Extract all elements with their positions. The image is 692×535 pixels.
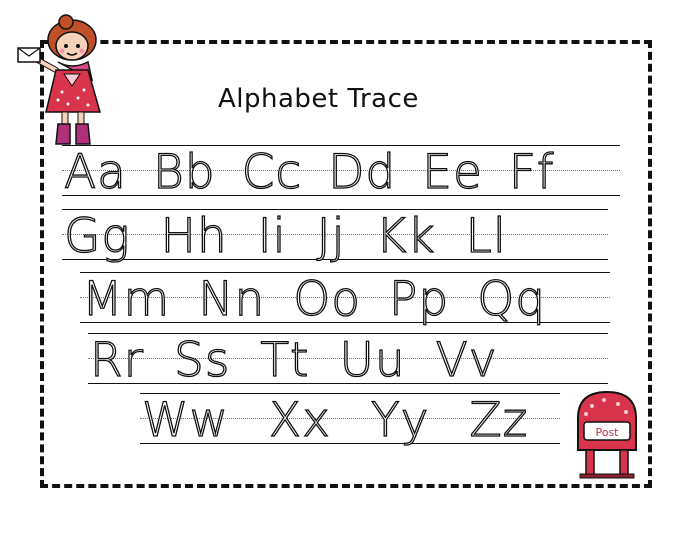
letter-pairs: Ww Xx Yy Zz xyxy=(141,392,529,449)
letter-pair: Hh xyxy=(160,208,228,264)
letter-pair: Qq xyxy=(477,271,547,327)
letter-pair: Rr xyxy=(89,332,144,388)
letter-pair: Ff xyxy=(508,144,555,200)
letter-pair: Vv xyxy=(435,332,498,388)
letter-pairs: Aa Bb Cc Dd Ee Ff xyxy=(63,144,555,201)
trace-row-5: Ww Xx Yy Zz xyxy=(140,392,560,449)
letter-pair: Dd xyxy=(328,144,397,200)
letter-pairs: Rr Ss Tt Uu Vv xyxy=(89,332,498,389)
letter-pair: Ll xyxy=(465,208,507,264)
letter-pairs: Gg Hh Ii Jj Kk Ll xyxy=(63,208,507,265)
mailbox-label: Post xyxy=(595,426,619,439)
trace-row-1: Aa Bb Cc Dd Ee Ff xyxy=(62,144,620,201)
letter-pair: Zz xyxy=(469,392,529,448)
trace-row-3: Mm Nn Oo Pp Qq xyxy=(80,271,610,328)
letter-pair: Kk xyxy=(375,208,436,264)
letter-pair: Gg xyxy=(63,208,131,264)
letter-pair: Uu xyxy=(339,332,406,388)
letter-pair: Oo xyxy=(293,271,362,327)
trace-row-4: Rr Ss Tt Uu Vv xyxy=(88,332,608,389)
trace-row-2: Gg Hh Ii Jj Kk Ll xyxy=(62,208,608,265)
mailbox-illustration: Post xyxy=(577,390,637,479)
letter-pair: Ee xyxy=(422,144,483,200)
letter-pair: Ii xyxy=(257,208,287,264)
letter-pair: Nn xyxy=(198,271,266,327)
letter-pair: Ss xyxy=(173,332,231,388)
letter-pair: Yy xyxy=(370,392,430,448)
letter-pair: Ww xyxy=(141,392,229,448)
letter-pair: Pp xyxy=(388,271,450,327)
letter-pairs: Mm Nn Oo Pp Qq xyxy=(81,271,547,328)
letter-pair: Jj xyxy=(316,208,346,264)
letter-pair: Aa xyxy=(63,144,127,200)
letter-pair: Tt xyxy=(260,332,310,388)
letter-pair: Mm xyxy=(81,271,171,327)
letter-pair: Bb xyxy=(152,144,216,200)
letter-pair: Xx xyxy=(268,392,331,448)
letter-pair: Cc xyxy=(241,144,303,200)
